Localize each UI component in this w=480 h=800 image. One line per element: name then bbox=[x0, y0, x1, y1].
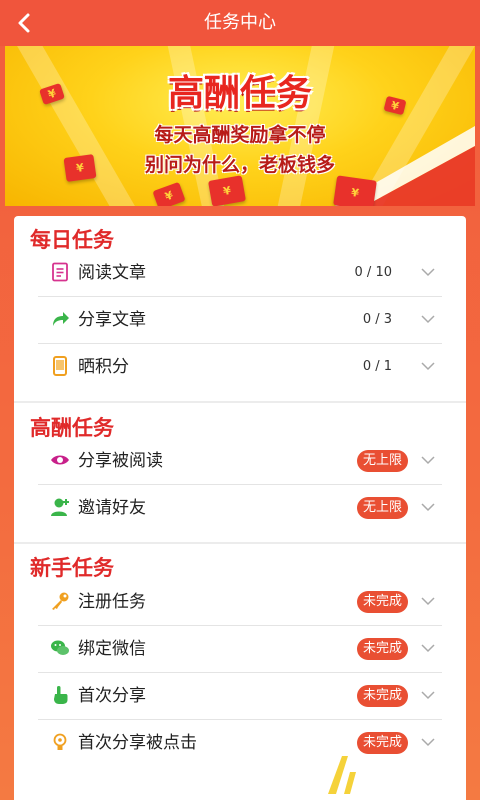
share-arrow-icon bbox=[53, 312, 69, 326]
task-label: 邀请好友 bbox=[78, 498, 146, 518]
task-progress: 0 / 10 bbox=[354, 265, 392, 280]
app-header: 任务中心 bbox=[0, 0, 480, 46]
task-progress: 0 / 3 bbox=[362, 312, 392, 327]
task-label: 绑定微信 bbox=[78, 639, 146, 659]
task-label: 晒积分 bbox=[78, 357, 129, 377]
status-badge: 未完成 bbox=[356, 638, 408, 660]
task-card: 每日任务 阅读文章 0 / 10 分享文章 0 / 3 晒积分 0 / 1 高酬… bbox=[14, 216, 466, 800]
chevron-down-icon[interactable] bbox=[420, 689, 436, 701]
banner-headline: 高酬任务 bbox=[167, 72, 312, 114]
task-row-register[interactable]: 注册任务 未完成 bbox=[38, 579, 442, 626]
key-icon bbox=[52, 592, 69, 610]
status-badge: 未完成 bbox=[356, 685, 408, 707]
red-envelope-icon bbox=[208, 175, 246, 206]
task-row-show-points[interactable]: 晒积分 0 / 1 bbox=[38, 344, 442, 390]
task-row-read-article[interactable]: 阅读文章 0 / 10 bbox=[38, 250, 442, 297]
user-add-icon bbox=[51, 498, 69, 516]
chevron-down-icon[interactable] bbox=[420, 454, 436, 466]
chevron-down-icon[interactable] bbox=[420, 313, 436, 325]
banner-slogan-line2: 别问为什么，老板钱多 bbox=[144, 154, 335, 176]
promo-banner[interactable]: 高酬任务 每天高酬奖励拿不停 别问为什么，老板钱多 bbox=[5, 46, 475, 206]
watermark-url: ANFENSI.COM bbox=[376, 780, 443, 789]
task-label: 分享被阅读 bbox=[78, 451, 163, 471]
task-label: 阅读文章 bbox=[78, 263, 146, 283]
section-title-newbie: 新手任务 bbox=[30, 556, 114, 580]
task-progress: 0 / 1 bbox=[362, 359, 392, 374]
chevron-down-icon[interactable] bbox=[420, 595, 436, 607]
task-label: 首次分享被点击 bbox=[78, 733, 197, 753]
phone-icon bbox=[53, 356, 67, 376]
bulb-icon bbox=[53, 733, 67, 750]
status-badge: 无上限 bbox=[356, 450, 408, 472]
document-icon bbox=[52, 262, 68, 282]
chevron-down-icon[interactable] bbox=[420, 642, 436, 654]
banner-slogan-line1: 每天高酬奖励拿不停 bbox=[154, 124, 326, 146]
status-badge: 无上限 bbox=[356, 497, 408, 519]
task-row-bind-wechat[interactable]: 绑定微信 未完成 bbox=[38, 626, 442, 673]
hand-pointer-icon bbox=[54, 686, 68, 704]
chevron-down-icon[interactable] bbox=[420, 736, 436, 748]
chevron-down-icon[interactable] bbox=[420, 360, 436, 372]
wechat-icon bbox=[51, 640, 69, 655]
site-watermark: 安粉丝 ANFENSI.COM bbox=[324, 752, 474, 796]
task-row-invite-friends[interactable]: 邀请好友 无上限 bbox=[38, 485, 442, 531]
status-badge: 未完成 bbox=[356, 591, 408, 613]
task-row-share-article[interactable]: 分享文章 0 / 3 bbox=[38, 297, 442, 344]
task-label: 首次分享 bbox=[78, 686, 146, 706]
task-label: 注册任务 bbox=[78, 592, 146, 612]
section-divider bbox=[14, 542, 466, 544]
status-badge: 未完成 bbox=[356, 732, 408, 754]
eye-icon bbox=[51, 455, 69, 465]
task-label: 分享文章 bbox=[78, 310, 146, 330]
task-row-share-read[interactable]: 分享被阅读 无上限 bbox=[38, 438, 442, 485]
section-divider bbox=[14, 401, 466, 403]
chevron-down-icon[interactable] bbox=[420, 501, 436, 513]
chevron-down-icon[interactable] bbox=[420, 266, 436, 278]
task-row-first-share[interactable]: 首次分享 未完成 bbox=[38, 673, 442, 720]
red-envelope-icon bbox=[333, 175, 377, 206]
page-title: 任务中心 bbox=[204, 12, 276, 33]
watermark-logo-icon bbox=[328, 756, 370, 794]
